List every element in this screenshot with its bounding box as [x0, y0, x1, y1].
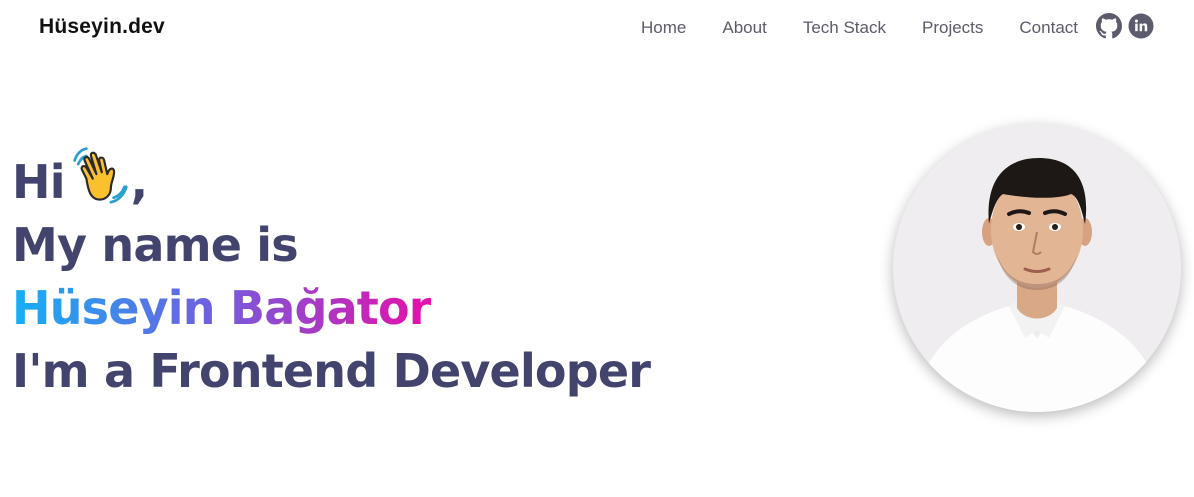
hero-name: Hüseyin Bağator	[12, 281, 432, 335]
nav-link-tech-stack[interactable]: Tech Stack	[803, 18, 886, 37]
github-icon	[1096, 13, 1122, 39]
hero-greeting-suffix: ,	[130, 155, 148, 209]
nav-link-projects[interactable]: Projects	[922, 18, 983, 37]
hero-heading: Hi , My name is Hüseyin Bağator I'm a Fr…	[12, 146, 651, 403]
profile-photo	[893, 124, 1181, 412]
linkedin-icon	[1128, 13, 1154, 39]
waving-hand-icon	[71, 146, 129, 204]
site-header: Hüseyin.dev Home About Tech Stack Projec…	[0, 0, 1194, 58]
hero-greeting: Hi	[12, 155, 65, 209]
nav-link-home[interactable]: Home	[641, 18, 686, 37]
hero-name-line: Hüseyin Bağator	[12, 277, 650, 340]
hero-section: Hi , My name is Hüseyin Bağator I'm a Fr…	[12, 146, 651, 403]
hero-greeting-line: Hi ,	[12, 146, 650, 214]
linkedin-link[interactable]	[1128, 13, 1154, 39]
nav-link-about[interactable]: About	[722, 18, 766, 37]
hero-intro: My name is	[12, 218, 299, 272]
social-links	[1096, 13, 1154, 39]
nav-link-contact[interactable]: Contact	[1019, 18, 1078, 37]
profile-avatar	[893, 124, 1181, 412]
main-nav: Home About Tech Stack Projects Contact	[641, 18, 1078, 38]
site-logo[interactable]: Hüseyin.dev	[39, 15, 165, 39]
hero-role: I'm a Frontend Developer	[12, 344, 651, 398]
github-link[interactable]	[1096, 13, 1122, 39]
